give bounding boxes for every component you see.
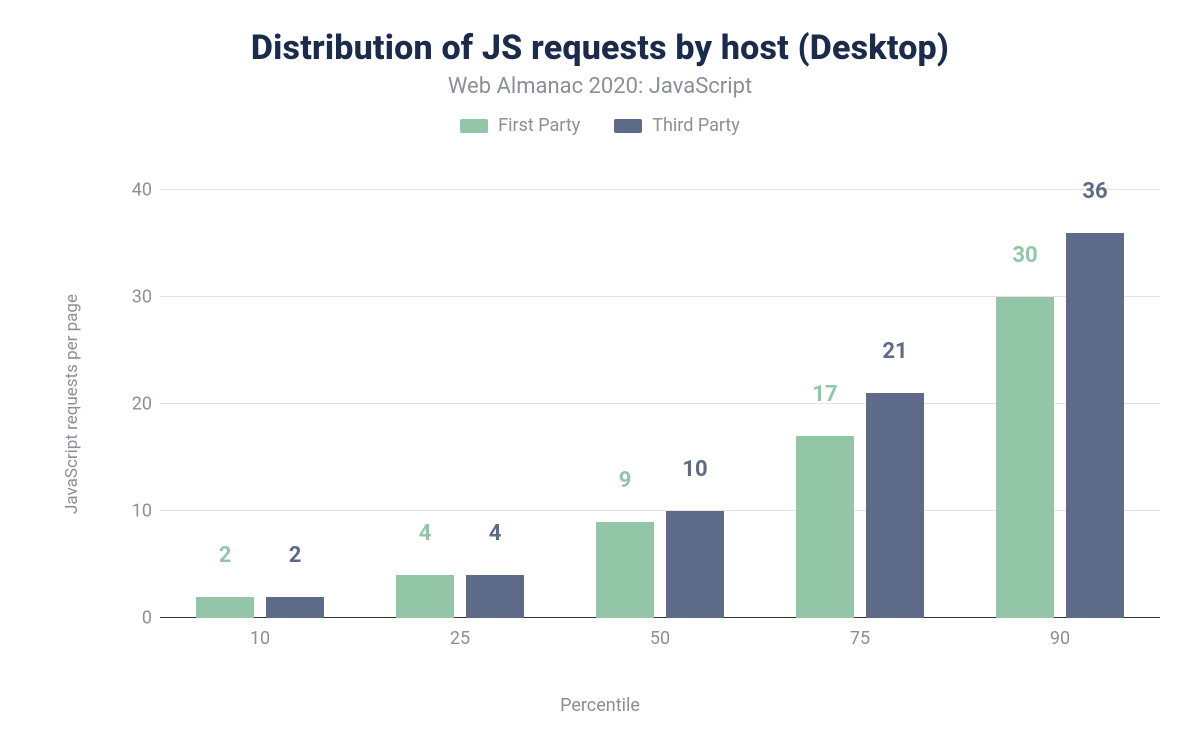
bar-first-party [996,297,1054,618]
x-tick-label: 50 [650,628,670,649]
x-tick-label: 25 [450,628,470,649]
bar-group: 9 10 50 [596,190,724,618]
bar-third-party [266,597,324,618]
bar-group: 17 21 75 [796,190,924,618]
y-tick-label: 0 [112,608,152,629]
bar-value-label: 36 [1066,179,1124,204]
legend-label: First Party [498,115,580,136]
bar-value-label: 2 [196,543,254,568]
bar-first-party [596,522,654,618]
chart-subtitle: Web Almanac 2020: JavaScript [40,74,1160,99]
bar-first-party [396,575,454,618]
legend-swatch-icon [614,119,642,133]
bar-value-label: 10 [666,457,724,482]
bar-group: 2 2 10 [196,190,324,618]
x-axis-title: Percentile [560,695,640,716]
bar-value-label: 17 [796,382,854,407]
y-tick-label: 30 [112,287,152,308]
x-tick-label: 75 [850,628,870,649]
bar-first-party [196,597,254,618]
bar-value-label: 2 [266,543,324,568]
x-tick-label: 90 [1050,628,1070,649]
bar-value-label: 30 [996,243,1054,268]
y-tick-label: 10 [112,501,152,522]
chart-legend: First Party Third Party [40,115,1160,136]
bar-third-party [1066,233,1124,618]
bar-third-party [666,511,724,618]
legend-label: Third Party [652,115,740,136]
legend-item-first-party: First Party [460,115,580,136]
plot-area: 2 2 10 4 4 25 9 10 50 17 21 75 [160,190,1160,618]
legend-swatch-icon [460,119,488,133]
bar-third-party [466,575,524,618]
bar-value-label: 4 [396,521,454,546]
legend-item-third-party: Third Party [614,115,740,136]
x-tick-label: 10 [250,628,270,649]
bar-value-label: 9 [596,468,654,493]
y-tick-label: 40 [112,180,152,201]
chart-title: Distribution of JS requests by host (Des… [40,28,1160,68]
bar-third-party [866,393,924,618]
chart-container: Distribution of JS requests by host (Des… [0,0,1200,742]
bar-group: 30 36 90 [996,190,1124,618]
bar-first-party [796,436,854,618]
bar-value-label: 4 [466,521,524,546]
bar-value-label: 21 [866,339,924,364]
y-tick-label: 20 [112,394,152,415]
y-axis-title: JavaScript requests per page [62,294,82,514]
bar-group: 4 4 25 [396,190,524,618]
